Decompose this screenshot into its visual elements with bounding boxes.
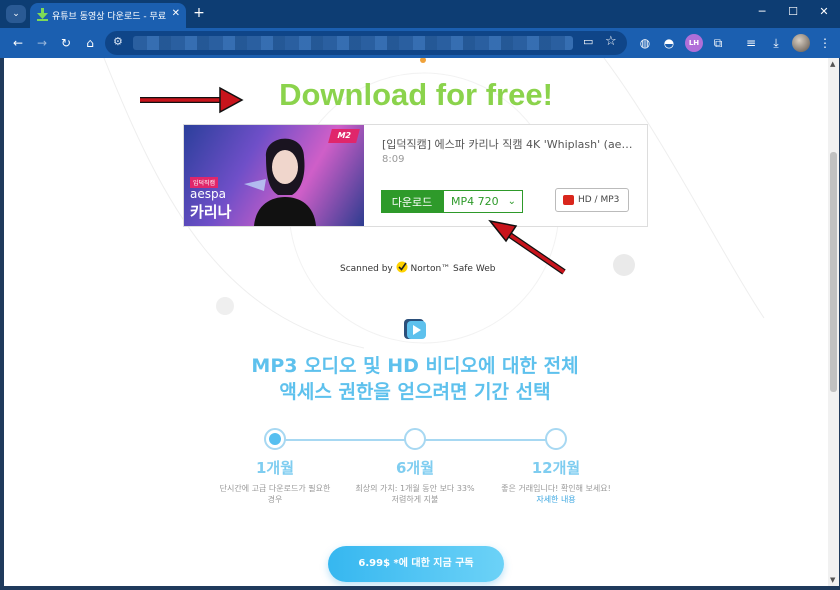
forward-arrow-icon[interactable]: → [34,35,50,51]
globe-extension-icon[interactable]: ◍ [636,34,654,52]
site-settings-icon[interactable]: ⚙ [113,35,123,48]
format-select-value: MP4 720 [451,195,499,208]
close-window-button[interactable]: ✕ [814,5,834,18]
subscribe-button[interactable]: 6.99$ *에 대한 지금 구독 [328,546,504,582]
scanned-by-norton: Scanned by Norton™ Safe Web [340,261,495,274]
video-card: M2 입덕직캠 aespa 카리나 [입덕직캠] 에스파 카리나 직캠 4K '… [183,124,648,227]
plan-radio-6-months[interactable] [404,428,426,450]
page-headline: Download for free! [279,77,553,112]
puzzle-extension-icon[interactable]: ⧉ [709,34,727,52]
new-tab-button[interactable]: + [191,5,207,21]
plan-radio-12-months[interactable] [545,428,567,450]
tab-bar: ⌄ 유튜브 동영상 다운로드 - 무료 ✕ + ─ ☐ ✕ [0,0,840,28]
menu-kebab-icon[interactable]: ⋮ [816,34,834,52]
profile-avatar[interactable] [792,34,810,52]
tab-close-icon[interactable]: ✕ [172,8,180,19]
video-title: [입덕직캠] 에스파 카리나 직캠 4K 'Whiplash' (aespa [382,138,634,151]
address-url-blurred[interactable] [133,36,573,50]
scanned-prefix: Scanned by [340,264,393,274]
download-button[interactable]: 다운로드 [381,190,443,213]
plan-desc-6-months: 최상의 가치: 1개월 동안 보다 33% 저렴하게 지불 [355,484,475,504]
thumbnail-channel-logo: M2 [328,129,360,143]
hd-mp3-button[interactable]: HD / MP3 [555,188,629,212]
home-icon[interactable]: ⌂ [82,35,98,51]
thumbnail-group-name: aespa [190,187,226,201]
thumbnail-person-image [244,138,316,226]
bookmark-star-icon[interactable]: ☆ [605,34,617,49]
promo-title: MP3 오디오 및 HD 비디오에 대한 전체 액세스 권한을 얻으려면 기간 … [204,353,626,405]
plan-name-12-months[interactable]: 12개월 [496,457,616,478]
plan-name-6-months[interactable]: 6개월 [355,457,475,478]
minimize-button[interactable]: ─ [752,5,772,18]
plan-desc-1-month: 단시간에 고급 다운로드가 필요한 경우 [219,484,331,504]
promo-title-line1: MP3 오디오 및 HD 비디오에 대한 전체 [251,355,579,377]
reading-list-icon[interactable]: ≡ [742,34,760,52]
browser-toolbar: ← → ↻ ⌂ ⚙ ▭ ☆ ◍ ◓ LH ⧉ ≡ ⤓ ⋮ [0,28,840,58]
page-viewport: Download for free! M2 입덕직캠 aespa 카리나 [입덕… [4,58,828,586]
scroll-down-icon[interactable]: ▼ [830,576,835,584]
favicon-download-icon [37,8,48,21]
plan-desc-12-months: 좋은 거래입니다! 확인해 보세요! 자세한 내용 [496,483,616,505]
app-logo-icon [404,319,426,339]
video-duration: 8:09 [382,154,405,165]
thumbnail-member-name: 카리나 [190,203,232,221]
maximize-button[interactable]: ☐ [783,5,803,18]
plan-radio-1-month[interactable] [264,428,286,450]
page-scrollbar[interactable]: ▲ ▼ [828,58,839,586]
norton-brand: Norton™ Safe Web [410,264,496,274]
tab-search-icon[interactable]: ⌄ [6,5,26,23]
chevron-down-icon: ⌄ [507,196,516,207]
ghost-extension-icon[interactable]: ◓ [660,34,678,52]
promo-title-line2: 액세스 권한을 얻으려면 기간 선택 [279,381,551,403]
cast-icon[interactable]: ▭ [583,35,593,48]
lh-extension-icon[interactable]: LH [685,34,703,52]
address-bar[interactable]: ⚙ ▭ ☆ [105,31,627,55]
download-icon[interactable]: ⤓ [767,34,785,52]
plan-desc-12-text: 좋은 거래입니다! 확인해 보세요! [501,484,611,493]
video-thumbnail[interactable]: M2 입덕직캠 aespa 카리나 [184,125,364,226]
plan-details-link[interactable]: 자세한 내용 [496,494,616,505]
hd-mp3-label: HD / MP3 [578,195,620,205]
active-tab[interactable]: 유튜브 동영상 다운로드 - 무료 ✕ [30,3,186,28]
reload-icon[interactable]: ↻ [58,35,74,51]
plan-name-1-month[interactable]: 1개월 [215,457,335,478]
format-select[interactable]: MP4 720 ⌄ [443,190,523,213]
tab-title: 유튜브 동영상 다운로드 - 무료 [52,12,167,22]
hd-mp3-icon [563,195,574,205]
back-arrow-icon[interactable]: ← [10,35,26,51]
norton-check-icon [396,261,408,273]
scroll-up-icon[interactable]: ▲ [830,60,835,68]
scroll-thumb[interactable] [830,152,837,392]
